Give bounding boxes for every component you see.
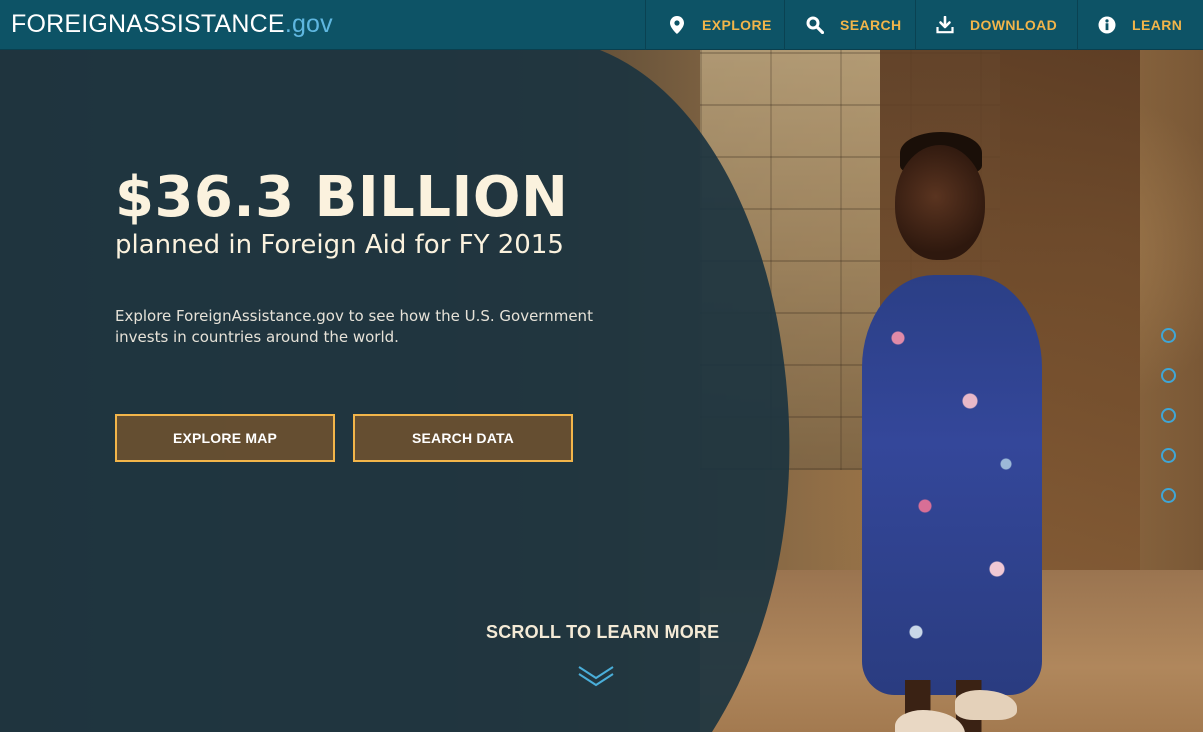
pager-dot-5[interactable]: [1161, 488, 1176, 503]
pager-dot-4[interactable]: [1161, 448, 1176, 463]
nav-explore-label: EXPLORE: [702, 17, 772, 33]
hero-headline: $36.3 BILLION: [115, 165, 569, 230]
page: FOREIGNASSISTANCE .gov EXPLORE SEARCH DO…: [0, 0, 1203, 732]
slide-pager: [1161, 328, 1177, 528]
nav-learn-label: LEARN: [1132, 17, 1183, 33]
nav-download-label: DOWNLOAD: [970, 17, 1058, 33]
hero-photo-child-face: [895, 145, 985, 260]
hero-photo-child-dress: [862, 275, 1042, 695]
hero-description: Explore ForeignAssistance.gov to see how…: [115, 307, 593, 346]
search-data-button[interactable]: SEARCH DATA: [353, 414, 573, 462]
info-icon: [1098, 16, 1116, 34]
pager-dot-1[interactable]: [1161, 328, 1176, 343]
hero-subhead: planned in Foreign Aid for FY 2015: [115, 230, 564, 260]
top-header: FOREIGNASSISTANCE .gov EXPLORE SEARCH DO…: [0, 0, 1203, 50]
nav-download[interactable]: DOWNLOAD: [915, 0, 1077, 50]
main-nav: EXPLORE SEARCH DOWNLOAD LEARN: [645, 0, 1203, 50]
nav-learn[interactable]: LEARN: [1077, 0, 1203, 50]
pager-dot-3[interactable]: [1161, 408, 1176, 423]
site-logo[interactable]: FOREIGNASSISTANCE .gov: [0, 0, 645, 49]
nav-explore[interactable]: EXPLORE: [645, 0, 784, 50]
search-icon: [806, 16, 824, 34]
chevron-down-double-icon[interactable]: [577, 664, 615, 688]
nav-search[interactable]: SEARCH: [784, 0, 915, 50]
scroll-to-learn-more[interactable]: SCROLL TO LEARN MORE: [486, 622, 719, 643]
logo-tld-text: .gov: [284, 10, 333, 38]
explore-map-button[interactable]: EXPLORE MAP: [115, 414, 335, 462]
nav-search-label: SEARCH: [840, 17, 902, 33]
logo-main-text: FOREIGNASSISTANCE: [11, 10, 285, 38]
download-icon: [936, 16, 954, 34]
pager-dot-2[interactable]: [1161, 368, 1176, 383]
hero-section: $36.3 BILLION planned in Foreign Aid for…: [0, 50, 1203, 732]
map-pin-icon: [668, 16, 686, 34]
